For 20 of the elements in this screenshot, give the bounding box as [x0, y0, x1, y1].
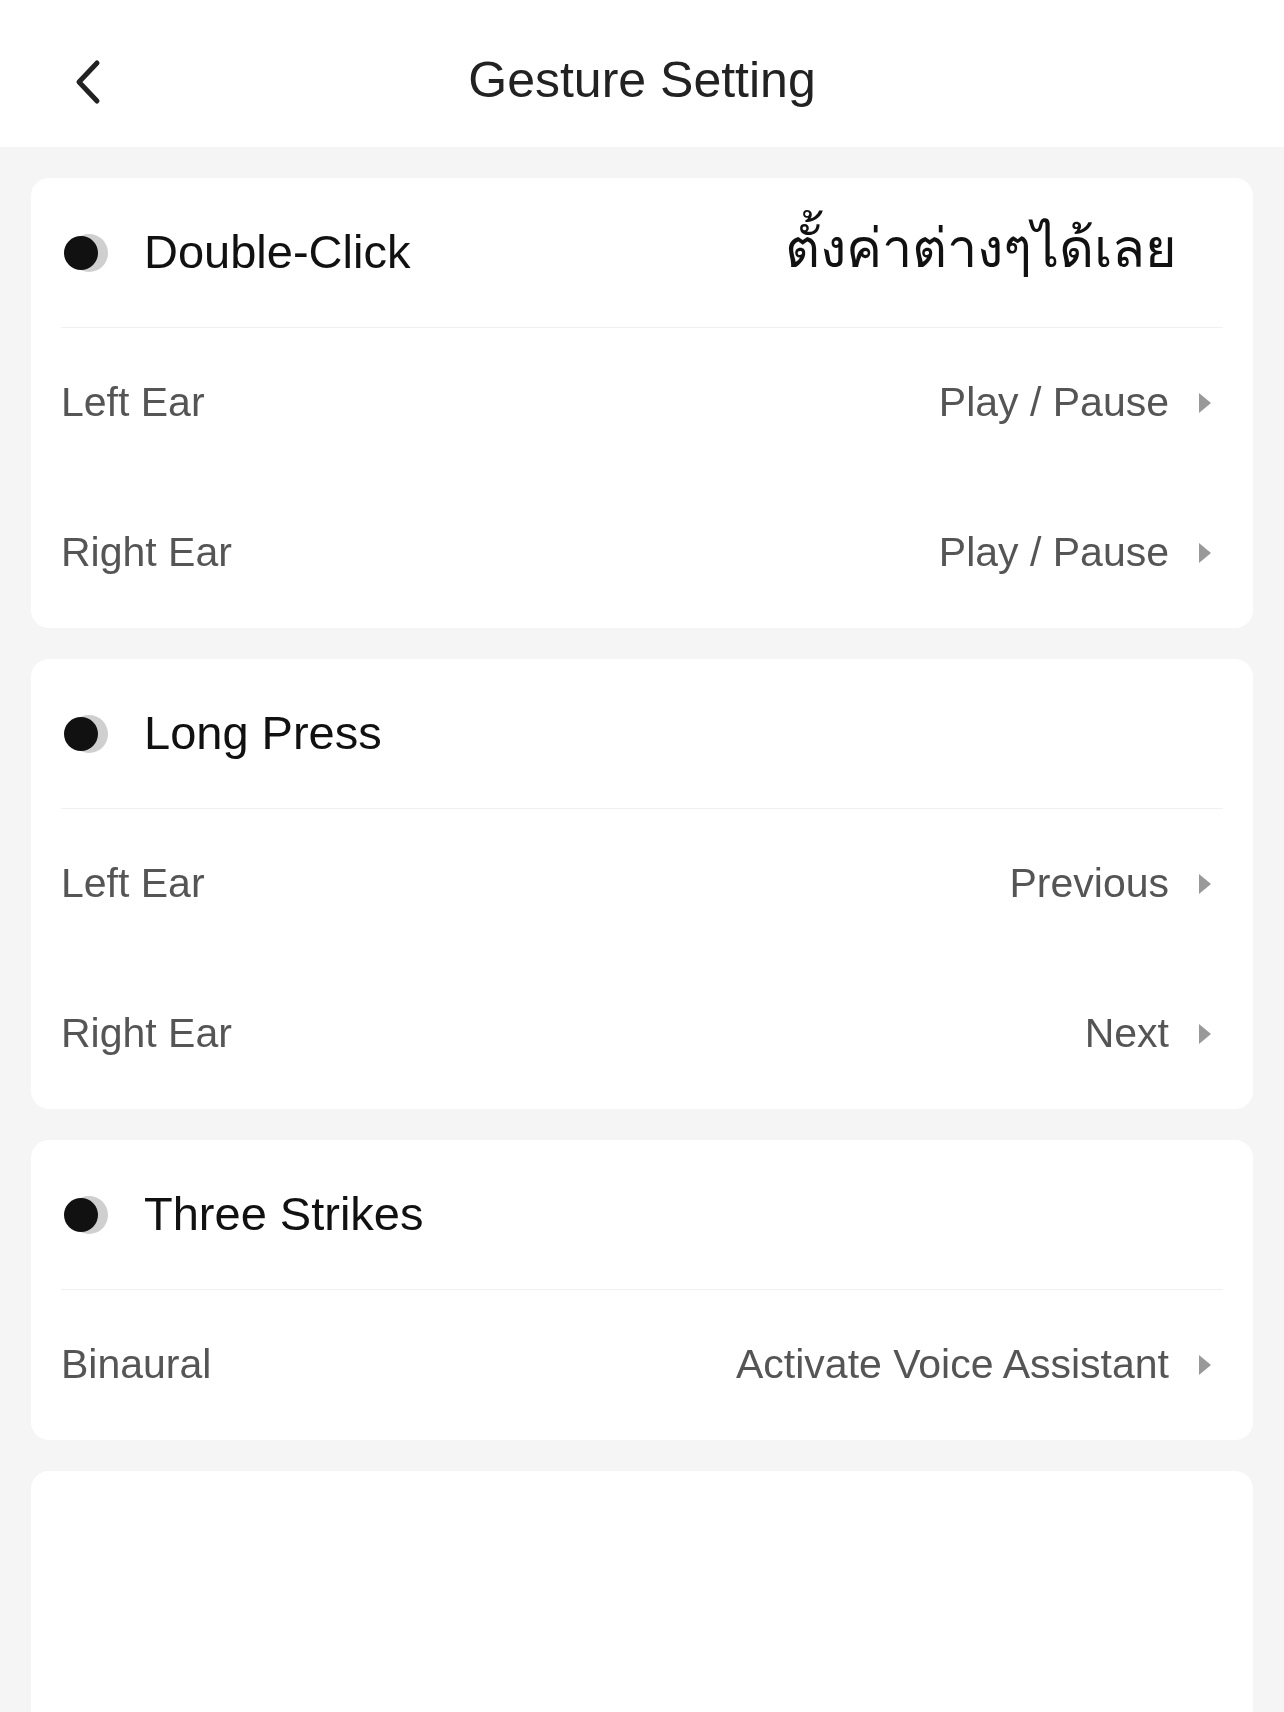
chevron-icon — [1197, 541, 1213, 565]
value-selector[interactable]: Play / Pause — [938, 522, 1223, 584]
row-label: Right Ear — [61, 1009, 232, 1059]
row-label: Right Ear — [61, 528, 232, 578]
chevron-icon — [1197, 1353, 1213, 1377]
value-selector[interactable]: Previous — [1009, 853, 1223, 915]
chevron-icon — [1197, 872, 1213, 896]
value-selector[interactable]: Play / Pause — [938, 372, 1223, 434]
chevron-icon — [1197, 391, 1213, 415]
row-label: Binaural — [61, 1340, 212, 1390]
caption-text: ตั้งค่าต่างๆได้เลย — [785, 206, 1177, 293]
page-title: Gesture Setting — [468, 51, 816, 110]
chevron-icon — [1197, 1022, 1213, 1046]
section-title: Long Press — [144, 705, 382, 762]
section-title: Three Strikes — [144, 1186, 424, 1243]
row-label: Left Ear — [61, 378, 205, 428]
row-label: Left Ear — [61, 859, 205, 909]
value-selector[interactable]: Next — [1084, 1003, 1223, 1065]
section-title: Double-Click — [144, 224, 411, 281]
value-selector[interactable]: Activate Voice Assistant — [736, 1334, 1223, 1396]
